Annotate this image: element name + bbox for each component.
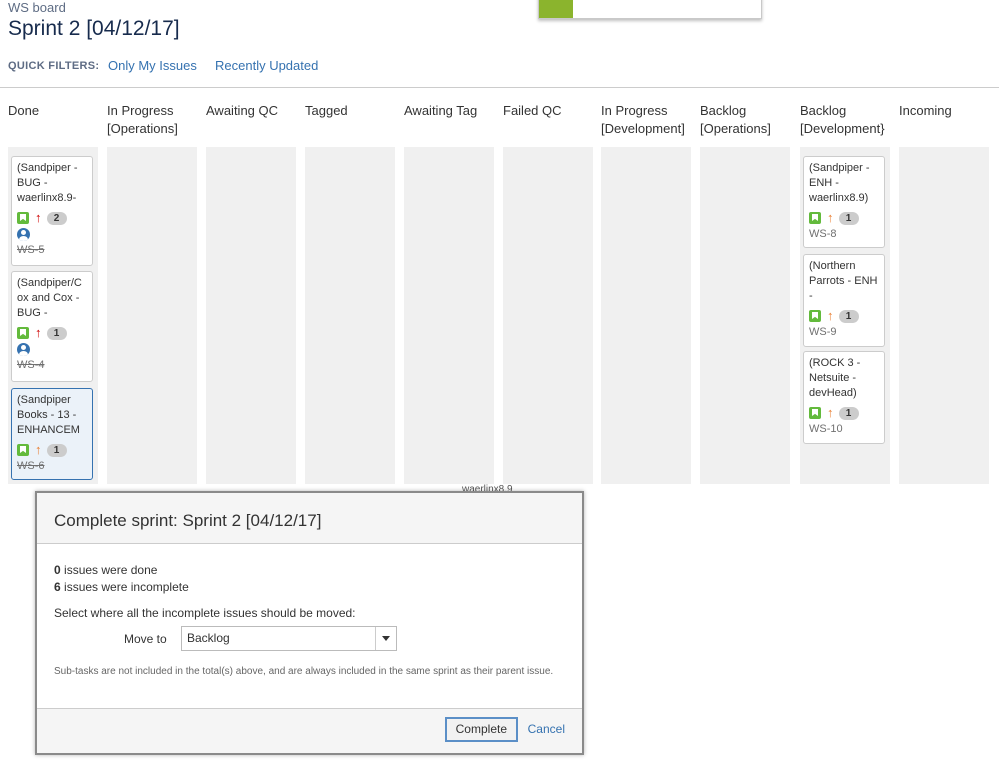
filter-recently-updated[interactable]: Recently Updated — [215, 58, 318, 73]
sprint-title: Sprint 2 [04/12/17] — [8, 17, 180, 40]
column-header-failed-qc: Failed QC — [503, 103, 562, 118]
floating-panel — [538, 0, 762, 19]
estimate-badge: 1 — [46, 443, 67, 457]
column-header-in-progress-development: In Progress [Development] — [601, 103, 685, 136]
subtasks-note: Sub-tasks are not included in the total(… — [54, 666, 554, 677]
move-prompt: Select where all the incomplete issues s… — [54, 606, 356, 620]
quick-filters-label: QUICK FILTERS: — [8, 60, 100, 72]
issue-key[interactable]: WS-8 — [809, 227, 879, 242]
card-meta: ↑ 1 — [809, 309, 879, 323]
done-text: issues were done — [64, 563, 158, 577]
priority-medium-icon: ↑ — [35, 442, 42, 457]
avatar — [17, 343, 30, 356]
complete-sprint-dialog: Complete sprint: Sprint 2 [04/12/17] 0 i… — [35, 491, 584, 755]
column-header-tagged: Tagged — [305, 103, 348, 118]
board-name: WS board — [8, 0, 66, 15]
issue-key[interactable]: WS-5 — [17, 243, 87, 258]
issue-key[interactable]: WS-6 — [17, 459, 87, 474]
column-tagged[interactable] — [305, 147, 395, 484]
story-icon — [809, 310, 821, 322]
priority-medium-icon: ↑ — [827, 210, 834, 225]
card-meta: ↑ 1 — [17, 326, 87, 340]
column-header-in-progress-operations: In Progress [Operations] — [107, 103, 178, 136]
card-meta: ↑ 1 — [809, 406, 879, 420]
issue-card[interactable]: (Sandpiper/Cox and Cox - BUG - waerlinx8… — [11, 271, 93, 382]
column-header-incoming: Incoming — [899, 103, 952, 118]
avatar — [17, 228, 30, 241]
incomplete-text: issues were incomplete — [64, 580, 189, 594]
story-icon — [17, 327, 29, 339]
issue-card[interactable]: (ROCK 3 - Netsuite - devHead) ↑ 1 WS-10 — [803, 351, 885, 444]
move-to-select[interactable]: Backlog — [181, 626, 397, 651]
filter-only-my-issues[interactable]: Only My Issues — [108, 58, 197, 73]
issue-key[interactable]: WS-9 — [809, 325, 879, 340]
priority-medium-icon: ↑ — [827, 308, 834, 323]
panel-accent — [539, 0, 573, 18]
card-meta: ↑ 2 — [17, 211, 87, 225]
move-to-value: Backlog — [187, 631, 230, 645]
estimate-badge: 1 — [838, 211, 859, 225]
done-count: 0 — [54, 563, 61, 577]
column-header-awaiting-qc: Awaiting QC — [206, 103, 279, 118]
card-meta: ↑ 1 — [17, 443, 87, 457]
estimate-badge: 1 — [838, 309, 859, 323]
dialog-footer: Complete Cancel — [37, 708, 582, 753]
column-awaiting-tag[interactable] — [404, 147, 494, 484]
move-to-label: Move to — [124, 632, 167, 646]
incomplete-issues-stat: 6 issues were incomplete — [54, 580, 189, 594]
card-summary: (Sandpiper - ENH - waerlinx8.9) — [809, 162, 870, 204]
column-incoming[interactable] — [899, 147, 989, 484]
column-backlog-operations[interactable] — [700, 147, 790, 484]
issue-card[interactable]: (Northern Parrots - ENH - waerlinx8.12- … — [803, 254, 885, 347]
card-summary: (Northern Parrots - ENH - waerlinx8.12- — [809, 260, 878, 302]
dragged-card-fragment: waerlinx8.9 — [462, 484, 513, 491]
chevron-down-icon[interactable] — [375, 627, 396, 650]
card-summary: (Sandpiper Books - 13 - ENHANCEMEN — [17, 394, 80, 436]
priority-medium-icon: ↑ — [827, 405, 834, 420]
column-awaiting-qc[interactable] — [206, 147, 296, 484]
card-summary: (Sandpiper/Cox and Cox - BUG - waerlinx8… — [17, 277, 82, 319]
column-header-done: Done — [8, 103, 40, 118]
issue-key[interactable]: WS-10 — [809, 422, 879, 437]
story-icon — [809, 407, 821, 419]
issue-card[interactable]: (Sandpiper - ENH - waerlinx8.9) ↑ 1 WS-8 — [803, 156, 885, 248]
done-issues-stat: 0 issues were done — [54, 563, 157, 577]
header-divider — [0, 87, 999, 88]
priority-high-icon: ↑ — [35, 210, 42, 225]
estimate-badge: 1 — [838, 406, 859, 420]
column-header-backlog-operations: Backlog [Operations] — [700, 103, 771, 136]
card-summary: (Sandpiper - BUG - waerlinx8.9- — [17, 162, 78, 204]
issue-card[interactable]: (Sandpiper - BUG - waerlinx8.9- ↑ 2 WS-5 — [11, 156, 93, 266]
card-summary: (ROCK 3 - Netsuite - devHead) — [809, 357, 861, 399]
column-in-progress-development[interactable] — [601, 147, 691, 484]
story-icon — [809, 212, 821, 224]
cancel-button[interactable]: Cancel — [528, 722, 565, 736]
estimate-badge: 1 — [46, 326, 67, 340]
issue-key[interactable]: WS-4 — [17, 358, 87, 373]
story-icon — [17, 212, 29, 224]
column-in-progress-operations[interactable] — [107, 147, 197, 484]
dialog-title: Complete sprint: Sprint 2 [04/12/17] — [54, 511, 322, 530]
complete-button[interactable]: Complete — [444, 717, 518, 742]
story-icon — [17, 444, 29, 456]
dialog-header: Complete sprint: Sprint 2 [04/12/17] — [37, 493, 582, 544]
column-header-backlog-development: Backlog [Development} — [800, 103, 885, 136]
issue-card-selected[interactable]: (Sandpiper Books - 13 - ENHANCEMEN ↑ 1 W… — [11, 388, 93, 480]
priority-high-icon: ↑ — [35, 325, 42, 340]
column-header-awaiting-tag: Awaiting Tag — [404, 103, 478, 118]
incomplete-count: 6 — [54, 580, 61, 594]
column-failed-qc[interactable] — [503, 147, 593, 484]
card-meta: ↑ 1 — [809, 211, 879, 225]
estimate-badge: 2 — [46, 211, 67, 225]
